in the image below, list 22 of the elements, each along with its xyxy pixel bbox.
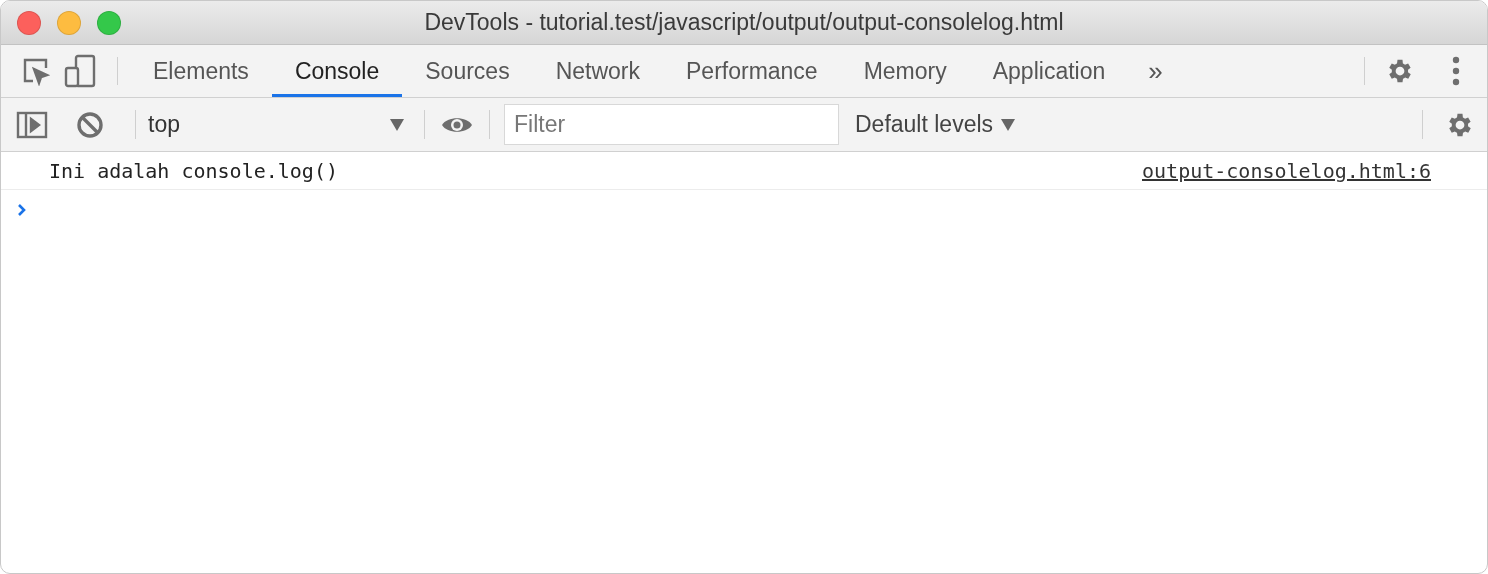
prompt-chevron-icon	[17, 203, 27, 217]
block-icon	[76, 110, 104, 139]
sidebar-icon	[16, 110, 48, 139]
more-icon	[1452, 56, 1460, 86]
panel-tab[interactable]: Network	[532, 45, 663, 97]
caret-icon	[1001, 118, 1016, 131]
devices-icon	[64, 54, 96, 88]
panel-tab[interactable]: Performance	[663, 45, 841, 97]
caret-icon	[390, 118, 404, 131]
window-title: DevTools - tutorial.test/javascript/output/output-consolelog.html	[424, 9, 1064, 36]
panel-tab[interactable]: Memory	[840, 45, 970, 97]
context-dropdown[interactable]: top	[142, 98, 410, 151]
close-button[interactable]	[17, 11, 41, 35]
panel-tab[interactable]: Application	[969, 45, 1129, 97]
panel-tab[interactable]: Elements	[130, 45, 272, 97]
filter-field[interactable]: Filter	[504, 104, 839, 145]
panel-tab[interactable]: Sources	[402, 45, 533, 97]
log-levels-dropdown[interactable]: Default levels	[839, 98, 1032, 151]
inspect-cursor-icon	[21, 56, 51, 86]
source-link[interactable]: output-consolelog.html:6	[1142, 158, 1431, 183]
more-tabs-button[interactable]: »	[1128, 45, 1183, 97]
log-text: Ini adalah console.log()	[49, 158, 338, 183]
